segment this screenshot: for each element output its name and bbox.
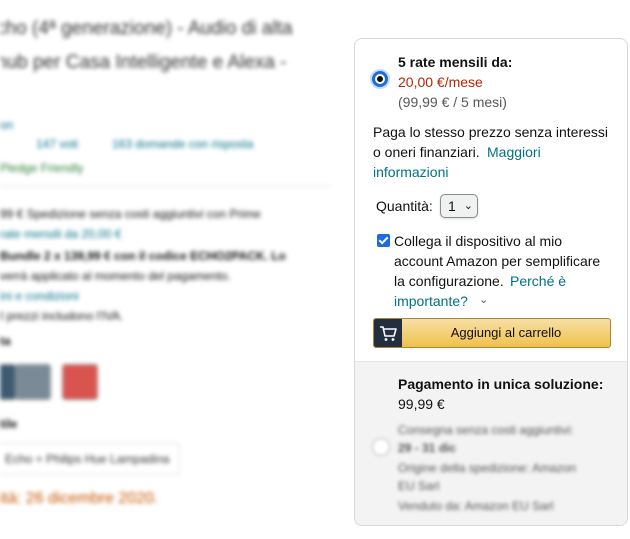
sold-by: Venduto da: Amazon EU Sarl [398, 499, 554, 513]
monthly-payment-radio[interactable] [372, 71, 388, 87]
divider [0, 186, 330, 187]
quantity-label: Quantità: [376, 198, 433, 214]
cart-icon [374, 319, 402, 347]
product-details-panel: cho (4ª generazione) - Audio di alta hub… [0, 0, 340, 539]
add-to-cart-button[interactable]: Aggiungi al carrello [373, 318, 611, 348]
color-swatch-1[interactable] [0, 364, 16, 400]
product-title-line-2: hub per Casa Intelligente e Alexa - [0, 52, 287, 73]
chevron-down-icon: ⌄ [463, 200, 473, 212]
shipping-line: 99 € Spedizione senza costi aggiuntivi c… [0, 207, 261, 221]
ships-from-2: EU Sarl [398, 479, 440, 493]
no-interest-text-2: o oneri finanziari. [373, 144, 480, 160]
ships-from: Origine della spedizione: Amazon [398, 461, 577, 475]
pledge-badge: Pledge Friendly [0, 161, 84, 175]
product-title-line-1: cho (4ª generazione) - Audio di alta [0, 18, 293, 39]
more-info-link-2[interactable]: informazioni [373, 162, 448, 182]
style-option[interactable]: Echo + Philips Hue Lampadina [0, 443, 181, 475]
color-swatch-2[interactable] [15, 364, 51, 400]
more-info-link[interactable]: Maggiori [487, 142, 541, 162]
monthly-price: 20,00 €/mese [398, 74, 483, 90]
monthly-breakdown: (99,99 € / 5 mesi) [398, 94, 507, 110]
delivery-info-2: 29 - 31 dic [398, 441, 457, 455]
no-interest-text-1: Paga lo stesso prezzo senza interessi [373, 124, 609, 140]
monthly-payment-option[interactable]: 5 rate mensili da: 20,00 €/mese (99,99 €… [355, 39, 627, 361]
link-device-text-3: la configurazione. [394, 273, 504, 289]
questions-link[interactable]: 163 domande con risposta [112, 137, 253, 151]
vat-line: I prezzi includono l'IVA. [0, 309, 124, 323]
bundle-line: Bundle 2 x 139,99 € con il codice ECHO2P… [0, 249, 286, 263]
single-payment-heading: Pagamento in unica soluzione: [398, 376, 604, 392]
single-payment-option[interactable]: Pagamento in unica soluzione: 99,99 € Co… [355, 361, 627, 525]
color-swatch-3[interactable] [62, 364, 98, 400]
monthly-heading: 5 rate mensili da: [398, 54, 513, 70]
quantity-value: 1 [448, 198, 456, 214]
applied-line: verrà applicato al momento del pagamento… [0, 269, 231, 283]
quantity-select[interactable]: 1 ⌄ [440, 194, 478, 218]
why-important-link-2[interactable]: importante? [394, 291, 468, 311]
single-payment-radio[interactable] [372, 438, 390, 456]
delivery-info-1: Consegna senza costi aggiuntivi: [398, 423, 574, 437]
link-device-text-2: account Amazon per semplificare [394, 253, 601, 269]
link-device-text-1: Collega il dispositivo al mio [394, 233, 563, 249]
installments-link[interactable]: rate mensili da 20,00 € [0, 227, 121, 241]
style-label: tile [0, 417, 18, 431]
delivery-date: ità: 26 dicembre 2020. [0, 490, 159, 507]
brand-link[interactable]: on [0, 118, 13, 132]
why-important-link[interactable]: Perché è [510, 271, 566, 291]
color-label: ta [0, 334, 11, 348]
terms-link[interactable]: ini e condizioni [0, 289, 79, 303]
chevron-down-icon[interactable]: ⌄ [479, 290, 488, 310]
add-to-cart-label: Aggiungi al carrello [450, 325, 562, 340]
single-payment-price: 99,99 € [398, 396, 445, 412]
link-device-checkbox[interactable] [377, 234, 390, 247]
buy-box: 5 rate mensili da: 20,00 €/mese (99,99 €… [354, 38, 628, 526]
ratings-link[interactable]: 147 voti [36, 137, 78, 151]
